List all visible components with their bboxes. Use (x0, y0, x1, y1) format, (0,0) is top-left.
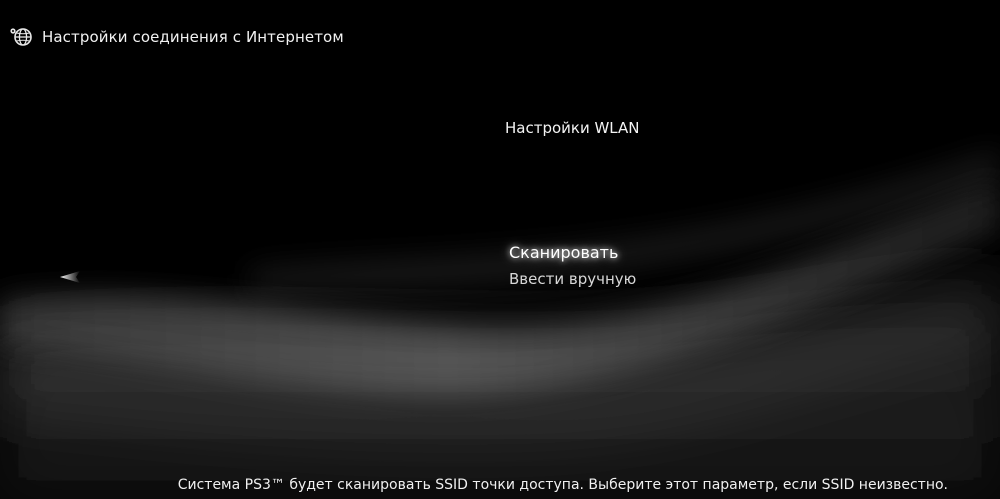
menu-item-scan[interactable]: Сканировать (509, 240, 636, 266)
wlan-options-menu: Сканировать Ввести вручную (509, 240, 636, 292)
page-title: Настройки соединения с Интернетом (42, 28, 344, 46)
background-wave (0, 150, 1000, 499)
network-globe-icon (8, 24, 34, 50)
help-hint-text: Система PS3™ будет сканировать SSID точк… (177, 477, 948, 493)
section-title: Настройки WLAN (505, 119, 640, 137)
screen-header: Настройки соединения с Интернетом (8, 24, 344, 50)
menu-item-manual-entry[interactable]: Ввести вручную (509, 266, 636, 292)
back-arrow-icon[interactable] (58, 268, 86, 286)
ps3-network-settings-screen: Настройки соединения с Интернетом Настро… (0, 0, 1000, 499)
